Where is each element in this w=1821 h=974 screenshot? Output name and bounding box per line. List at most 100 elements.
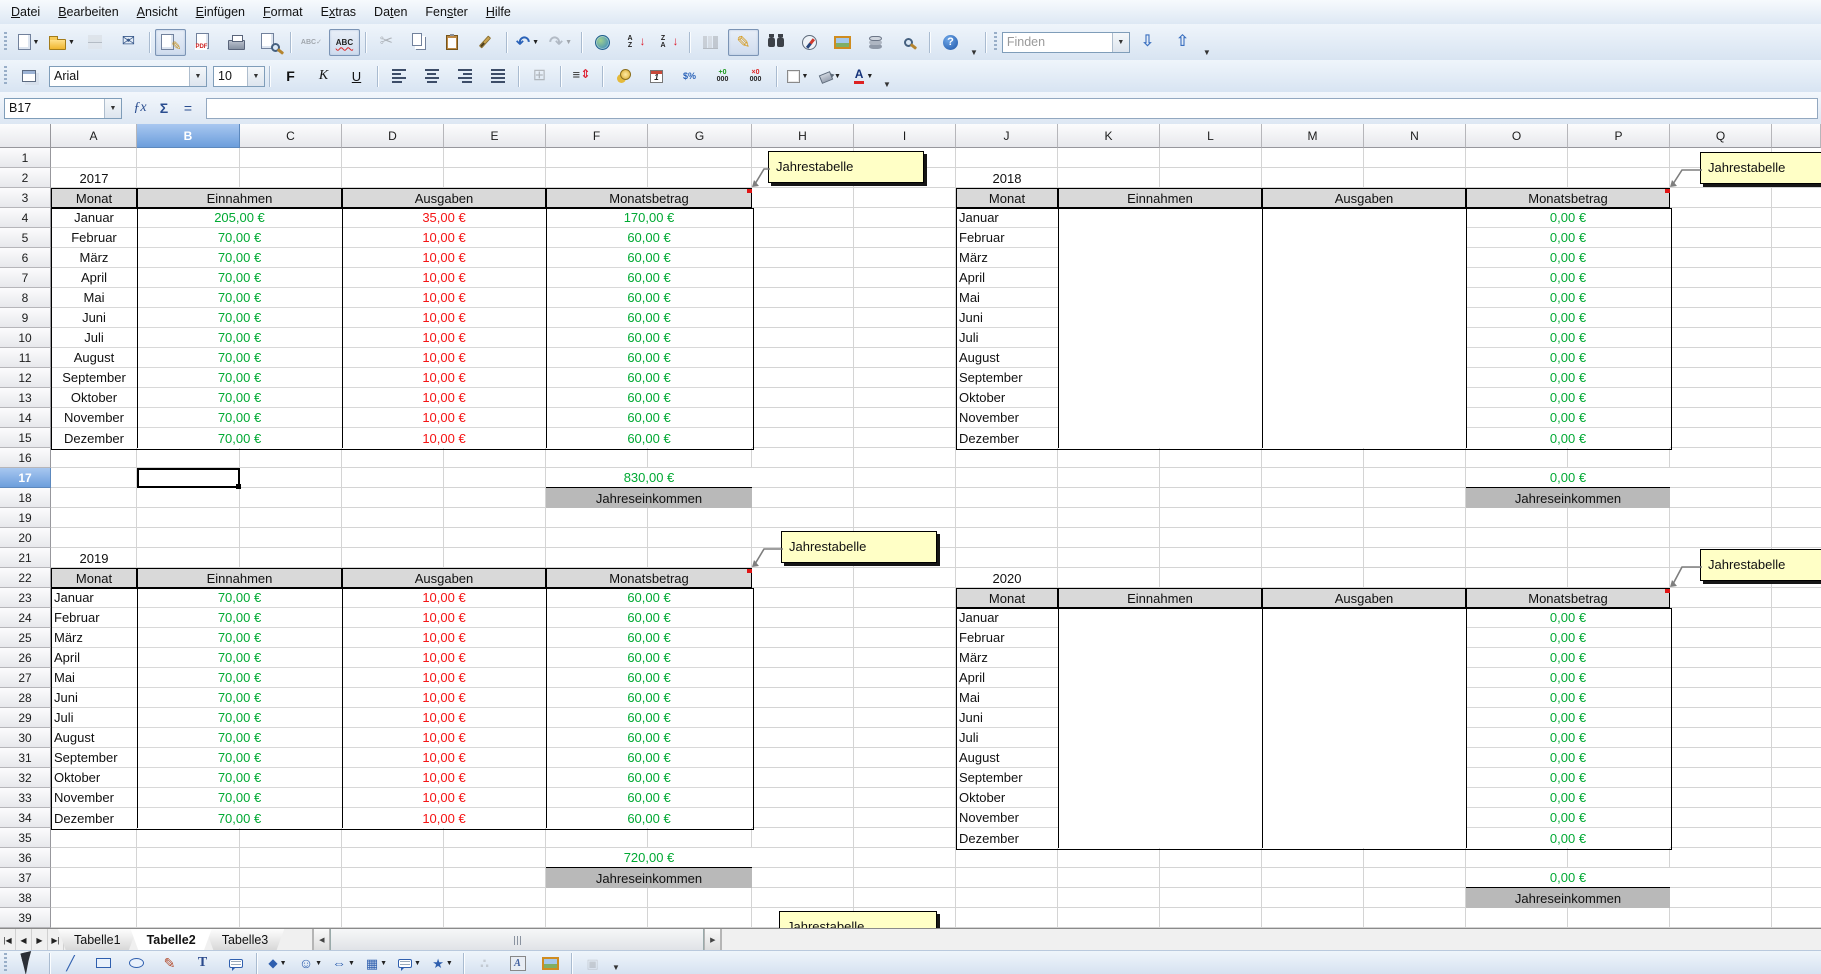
table-2018-einnahmen[interactable] [1058, 308, 1262, 328]
table-2020-monatsbetrag[interactable]: 0,00 € [1466, 708, 1670, 728]
row-header-30[interactable]: 30 [0, 728, 51, 748]
table-2020-month[interactable]: September [956, 768, 1058, 788]
table-2019-einnahmen[interactable]: 70,00 € [137, 808, 342, 828]
table-2017-einnahmen[interactable]: 70,00 € [137, 348, 342, 368]
table-2018-month[interactable]: Januar [956, 208, 1058, 228]
table-2020-einnahmen[interactable] [1058, 788, 1262, 808]
table-2020-ausgaben[interactable] [1262, 748, 1466, 768]
table-2019-einnahmen[interactable]: 70,00 € [137, 628, 342, 648]
column-header-B[interactable]: B [137, 124, 240, 148]
comment-note[interactable]: Jahrestabelle [779, 911, 937, 928]
navigator-icon[interactable] [794, 29, 825, 56]
table-2020-einnahmen[interactable] [1058, 808, 1262, 828]
table-2018-ausgaben[interactable] [1262, 388, 1466, 408]
edit-mode-icon[interactable]: ✎ [155, 29, 186, 56]
row-header-7[interactable]: 7 [0, 268, 51, 288]
table-2018-ausgaben[interactable] [1262, 228, 1466, 248]
table-2019-month[interactable]: Juli [51, 708, 137, 728]
table-2020-monatsbetrag[interactable]: 0,00 € [1466, 688, 1670, 708]
table-2018-month[interactable]: März [956, 248, 1058, 268]
table-2018-ausgaben[interactable] [1262, 428, 1466, 448]
table-2017-month[interactable]: Oktober [51, 388, 137, 408]
column-header-K[interactable]: K [1058, 124, 1160, 148]
table-2020-ausgaben[interactable] [1262, 808, 1466, 828]
comment-note[interactable]: Jahrestabelle [768, 151, 924, 183]
column-header-C[interactable]: C [240, 124, 342, 148]
table-2019-ausgaben[interactable]: 10,00 € [342, 588, 546, 608]
table-2018-ausgaben[interactable] [1262, 368, 1466, 388]
table-2017-monatsbetrag[interactable]: 60,00 € [546, 388, 752, 408]
align-center-icon[interactable] [416, 63, 447, 90]
table-2019-header-ausgaben[interactable]: Ausgaben [342, 568, 546, 588]
row-header-29[interactable]: 29 [0, 708, 51, 728]
table-2018-monatsbetrag[interactable]: 0,00 € [1466, 388, 1670, 408]
menu-datei[interactable]: Datei [2, 2, 49, 22]
row-header-20[interactable]: 20 [0, 528, 51, 548]
table-2020-month[interactable]: Dezember [956, 828, 1058, 848]
column-header-A[interactable]: A [51, 124, 137, 148]
table-2017-monatsbetrag[interactable]: 60,00 € [546, 228, 752, 248]
table-2019-monatsbetrag[interactable]: 60,00 € [546, 788, 752, 808]
table-2019-monatsbetrag[interactable]: 60,00 € [546, 668, 752, 688]
print-icon[interactable] [221, 29, 252, 56]
table-2017-einnahmen[interactable]: 205,00 € [137, 208, 342, 228]
table-2017-ausgaben[interactable]: 10,00 € [342, 248, 546, 268]
row-header-1[interactable]: 1 [0, 148, 51, 168]
table-2017-header-einnahmen[interactable]: Einnahmen [137, 188, 342, 208]
table-2019-monatsbetrag[interactable]: 60,00 € [546, 768, 752, 788]
export-pdf-icon[interactable]: PDF [188, 29, 219, 56]
table-2018-einnahmen[interactable] [1058, 388, 1262, 408]
format-paintbrush-icon[interactable] [470, 29, 501, 56]
table-2017-header-monatsbetrag[interactable]: Monatsbetrag [546, 188, 752, 208]
menu-ansicht[interactable]: Ansicht [128, 2, 187, 22]
symbol-shapes-dropdown-icon[interactable]: ▼ [315, 960, 322, 967]
help-icon[interactable]: ? [935, 29, 966, 56]
table-2018-month[interactable]: Juli [956, 328, 1058, 348]
selected-cell[interactable] [137, 468, 240, 488]
table-2019-month[interactable]: Februar [51, 608, 137, 628]
year-label-2018[interactable]: 2018 [956, 168, 1058, 188]
table-2020-einnahmen[interactable] [1058, 648, 1262, 668]
row-header-4[interactable]: 4 [0, 208, 51, 228]
table-2018-month[interactable]: September [956, 368, 1058, 388]
row-header-23[interactable]: 23 [0, 588, 51, 608]
column-header-O[interactable]: O [1466, 124, 1568, 148]
toolbar-overflow-icon[interactable]: ▼ [970, 48, 978, 60]
gallery-icon[interactable] [827, 29, 858, 56]
table-2018-month[interactable]: August [956, 348, 1058, 368]
find-dropdown-icon[interactable]: ▼ [1112, 33, 1129, 52]
table-2018-header-einnahmen[interactable]: Einnahmen [1058, 188, 1262, 208]
hyperlink-icon[interactable] [587, 29, 618, 56]
table-2018-monatsbetrag[interactable]: 0,00 € [1466, 308, 1670, 328]
table-2017-einnahmen[interactable]: 70,00 € [137, 228, 342, 248]
menu-bearbeiten[interactable]: Bearbeiten [49, 2, 127, 22]
table-2018-ausgaben[interactable] [1262, 268, 1466, 288]
open-document-icon[interactable]: ▼ [46, 29, 78, 56]
table-2017-ausgaben[interactable]: 10,00 € [342, 268, 546, 288]
year-label-2019[interactable]: 2019 [51, 548, 137, 568]
table-2019-month[interactable]: Mai [51, 668, 137, 688]
table-2020-ausgaben[interactable] [1262, 608, 1466, 628]
table-2018-monatsbetrag[interactable]: 0,00 € [1466, 348, 1670, 368]
table-2019-monatsbetrag[interactable]: 60,00 € [546, 808, 752, 828]
table-2020-monatsbetrag[interactable]: 0,00 € [1466, 728, 1670, 748]
row-header-35[interactable]: 35 [0, 828, 51, 848]
basic-shapes-dropdown-icon[interactable]: ▼ [280, 960, 287, 967]
table-2018-month[interactable]: Oktober [956, 388, 1058, 408]
table-2018-total-label[interactable]: Jahreseinkommen [1466, 488, 1670, 508]
table-2020-month[interactable]: Oktober [956, 788, 1058, 808]
table-2018-ausgaben[interactable] [1262, 248, 1466, 268]
align-right-icon[interactable] [449, 63, 480, 90]
table-2017-einnahmen[interactable]: 70,00 € [137, 408, 342, 428]
table-2018-monatsbetrag[interactable]: 0,00 € [1466, 228, 1670, 248]
row-header-38[interactable]: 38 [0, 888, 51, 908]
table-2020-ausgaben[interactable] [1262, 708, 1466, 728]
table-2017-total[interactable]: 830,00 € [546, 468, 752, 488]
new-document-icon[interactable]: ▼ [13, 29, 44, 56]
row-header-26[interactable]: 26 [0, 648, 51, 668]
table-2018-einnahmen[interactable] [1058, 428, 1262, 448]
borders-dropdown-icon[interactable]: ▼ [802, 73, 809, 80]
table-2019-einnahmen[interactable]: 70,00 € [137, 668, 342, 688]
add-decimal-place-icon[interactable]: +0000 [707, 63, 738, 90]
table-2018-total[interactable]: 0,00 € [1466, 468, 1670, 488]
